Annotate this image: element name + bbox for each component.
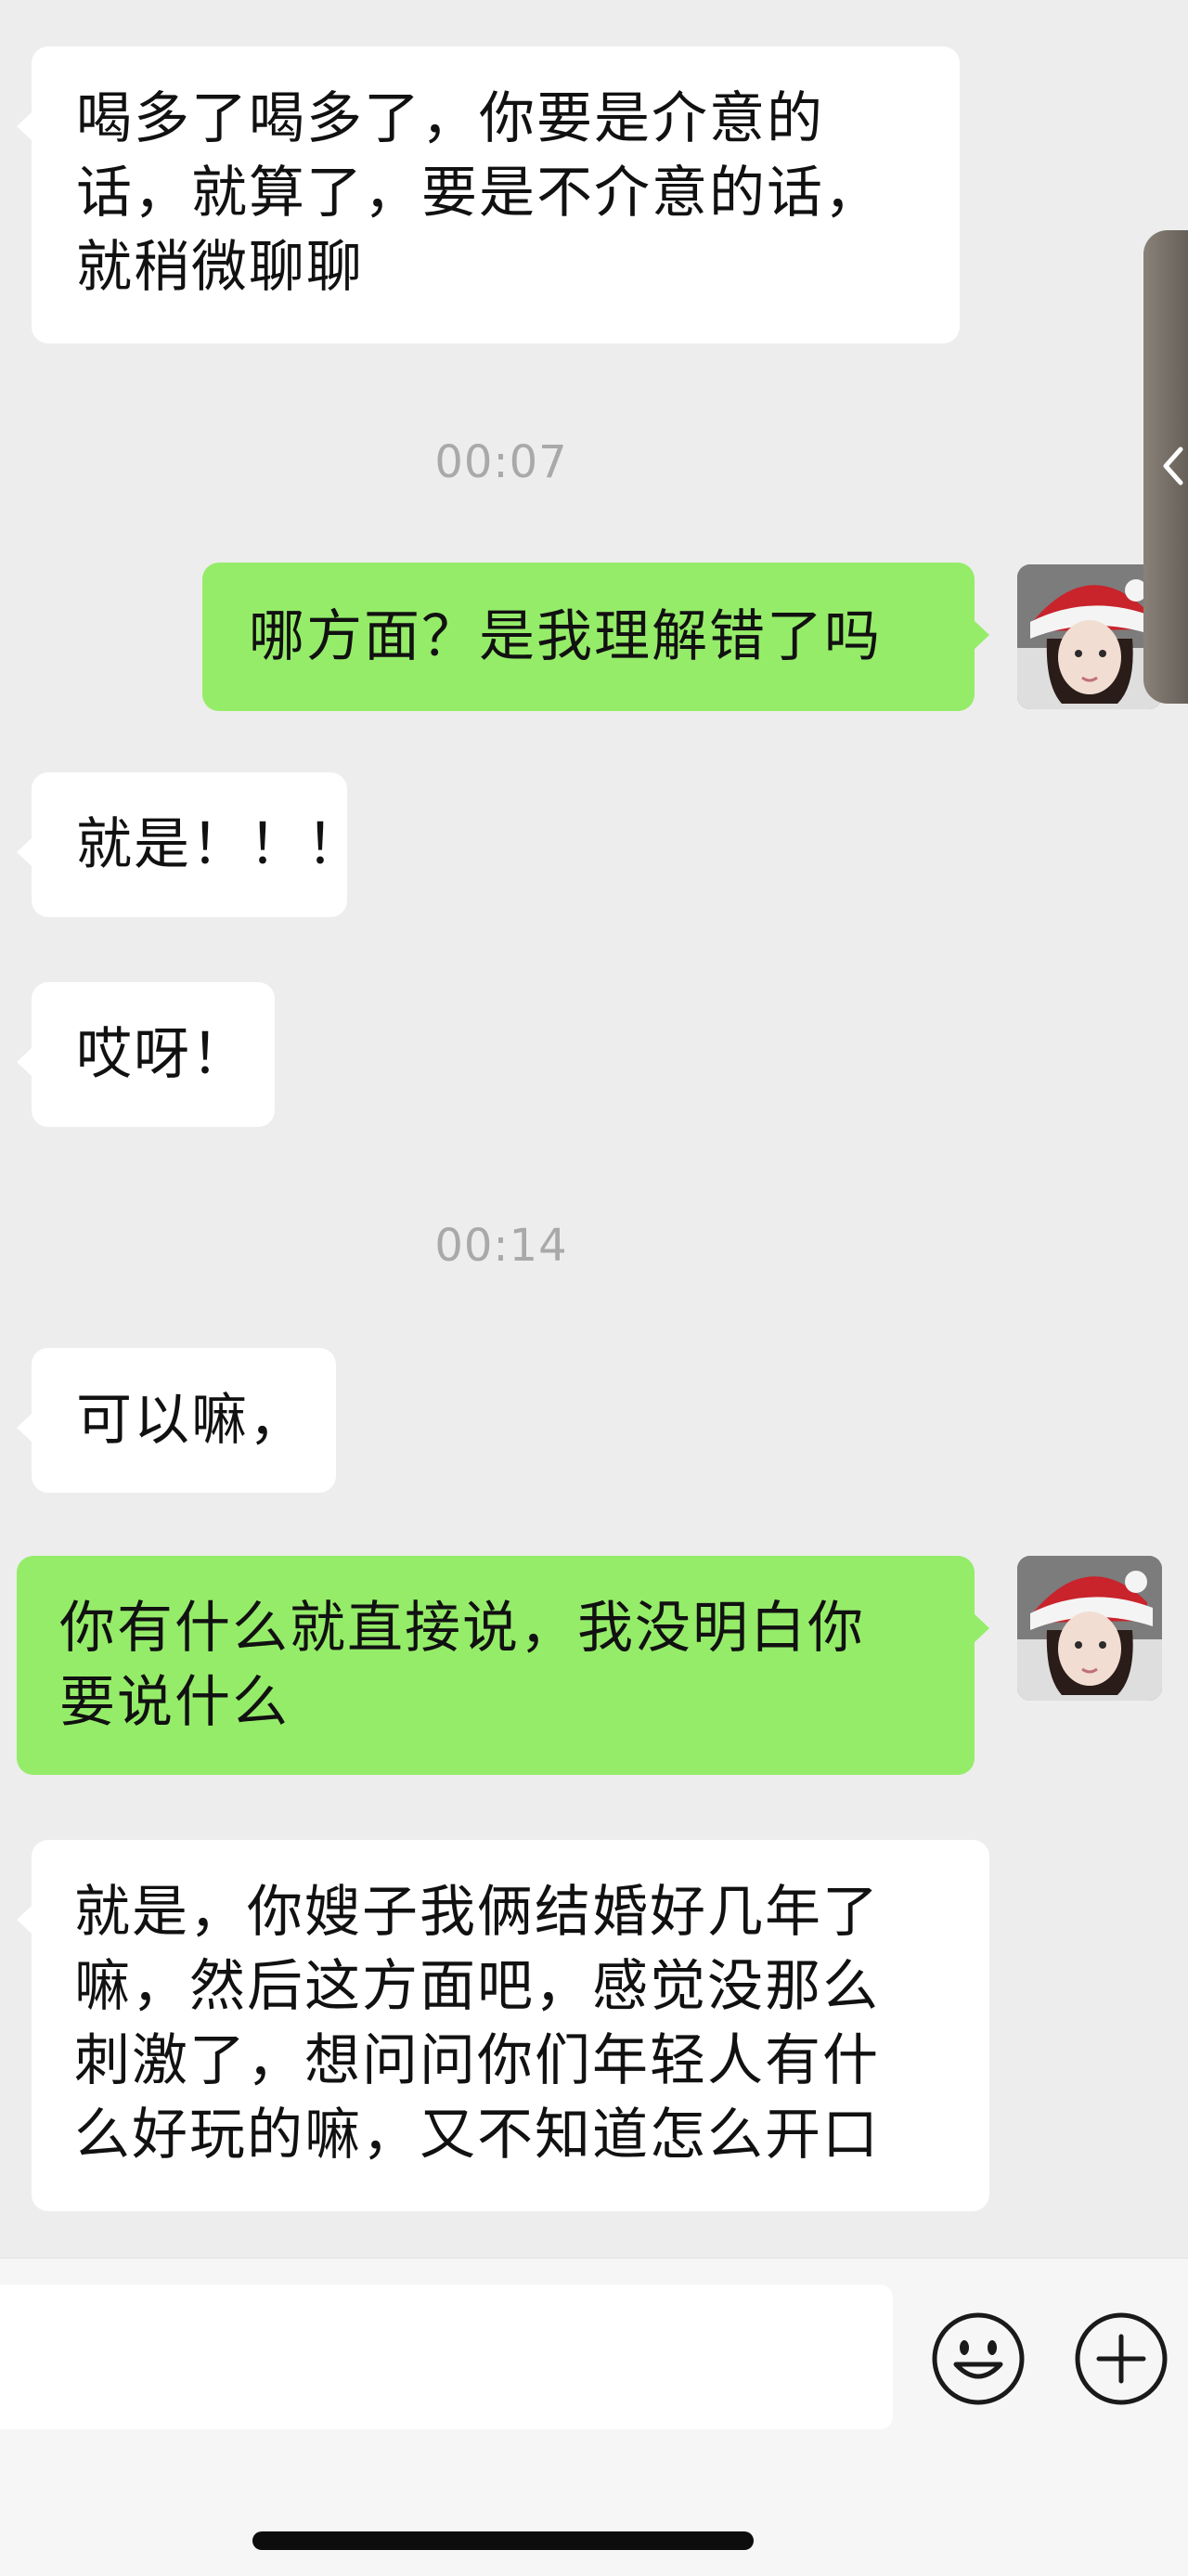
- incoming-message[interactable]: 就是，你嫂子我俩结婚好几年了 嘛，然后这方面吧，感觉没那么 刺激了，想问问你们年…: [17, 1840, 989, 2211]
- user-avatar[interactable]: [1017, 564, 1162, 709]
- message-text-line: 就是，你嫂子我俩结婚好几年了: [74, 1880, 880, 1945]
- chevron-left-icon: [1163, 447, 1183, 485]
- message-text-line: 就稍微聊聊: [76, 235, 364, 300]
- chat-screen: 喝多了喝多了，你要是介意的 话，就算了，要是不介意的话， 就稍微聊聊 00:07…: [0, 0, 1188, 2576]
- home-indicator[interactable]: [252, 2531, 754, 2550]
- avatar-photo: [1017, 1556, 1162, 1701]
- timestamp: 00:07: [434, 436, 568, 488]
- incoming-message[interactable]: 可以嘛，: [17, 1348, 336, 1493]
- message-text-line: 么好玩的嘛，又不知道怎么开口: [74, 2103, 880, 2168]
- avatar-photo: [1017, 564, 1162, 709]
- incoming-message[interactable]: 哎呀！: [17, 982, 275, 1127]
- outgoing-message[interactable]: 你有什么就直接说，我没明白你 要说什么: [17, 1556, 989, 1775]
- message-text-line: 喝多了喝多了，你要是介意的: [76, 86, 824, 151]
- message-text-line: 哪方面？是我理解错了吗: [249, 604, 882, 669]
- floating-side-tab[interactable]: [1143, 230, 1188, 704]
- user-avatar[interactable]: [1017, 1556, 1162, 1701]
- message-text-line: 你有什么就直接说，我没明白你: [59, 1596, 865, 1661]
- composer-bar: [0, 2258, 1188, 2576]
- incoming-message[interactable]: 喝多了喝多了，你要是介意的 话，就算了，要是不介意的话， 就稍微聊聊: [17, 46, 960, 343]
- timestamp: 00:14: [434, 1220, 568, 1272]
- message-text-line: 话，就算了，要是不介意的话，: [76, 161, 882, 226]
- incoming-message[interactable]: 就是！！！: [17, 772, 364, 917]
- message-text-line: 嘛，然后这方面吧，感觉没那么: [74, 1954, 880, 2019]
- outgoing-message[interactable]: 哪方面？是我理解错了吗: [202, 563, 989, 711]
- smiley-face-icon: [932, 2312, 1025, 2405]
- emoji-button[interactable]: [930, 2311, 1027, 2407]
- message-text-line: 可以嘛，: [76, 1388, 306, 1453]
- plus-circle-icon: [1075, 2312, 1168, 2405]
- message-text-line: 就是！！！: [76, 812, 364, 877]
- message-text-line: 要说什么: [59, 1670, 290, 1735]
- message-text-line: 哎呀！: [76, 1022, 249, 1087]
- message-input[interactable]: [0, 2285, 893, 2429]
- more-options-button[interactable]: [1073, 2311, 1169, 2407]
- message-text-line: 刺激了，想问问你们年轻人有什: [74, 2028, 880, 2093]
